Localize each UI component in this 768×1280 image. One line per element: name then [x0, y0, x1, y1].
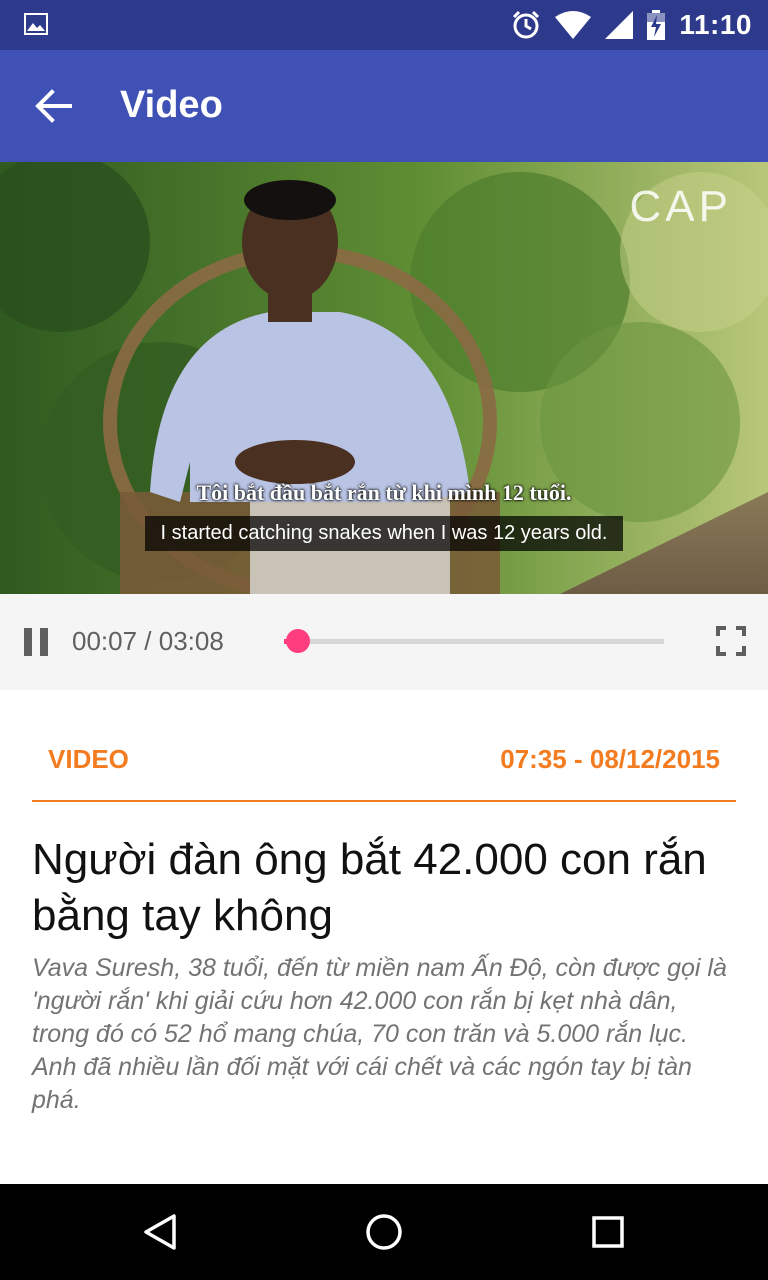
- seek-bar[interactable]: [284, 629, 664, 653]
- article-summary: Vava Suresh, 38 tuổi, đến từ miền nam Ấn…: [32, 954, 727, 1114]
- image-icon: [24, 13, 48, 35]
- player-controls: 00:07 / 03:08: [0, 594, 768, 690]
- pause-icon[interactable]: [24, 628, 50, 656]
- article-headline: Người đàn ông bắt 42.000 con rắn bằng ta…: [32, 835, 707, 940]
- article-datetime: 07:35 - 08/12/2015: [500, 744, 720, 774]
- status-bar: 11:10: [0, 0, 768, 50]
- page-title: Video: [120, 84, 223, 126]
- wifi-icon: [555, 11, 592, 39]
- back-triangle-icon[interactable]: [140, 1212, 180, 1252]
- signal-icon: [605, 11, 634, 39]
- meta-divider: [32, 800, 736, 802]
- fullscreen-icon[interactable]: [716, 626, 746, 656]
- battery-icon: [647, 10, 666, 40]
- home-circle-icon[interactable]: [364, 1212, 404, 1252]
- app-bar: Video: [0, 50, 768, 162]
- video-watermark: CAP: [629, 182, 732, 231]
- subtitle-english: I started catching snakes when I was 12 …: [144, 516, 624, 551]
- video-player-surface[interactable]: CAP Tôi bắt đầu bắt rắn từ khi mình 12 t…: [0, 162, 768, 594]
- arrow-back-icon[interactable]: [34, 86, 74, 126]
- seek-thumb[interactable]: [286, 629, 311, 653]
- recents-square-icon[interactable]: [588, 1212, 628, 1252]
- status-time: 11:10: [679, 9, 752, 40]
- alarm-icon: [513, 10, 540, 39]
- system-nav-bar: [0, 1184, 768, 1280]
- article-category[interactable]: VIDEO: [48, 744, 129, 775]
- subtitle-vietnamese: Tôi bắt đầu bắt rắn từ khi mình 12 tuổi.: [196, 480, 572, 505]
- playback-time: 00:07 / 03:08: [72, 626, 224, 656]
